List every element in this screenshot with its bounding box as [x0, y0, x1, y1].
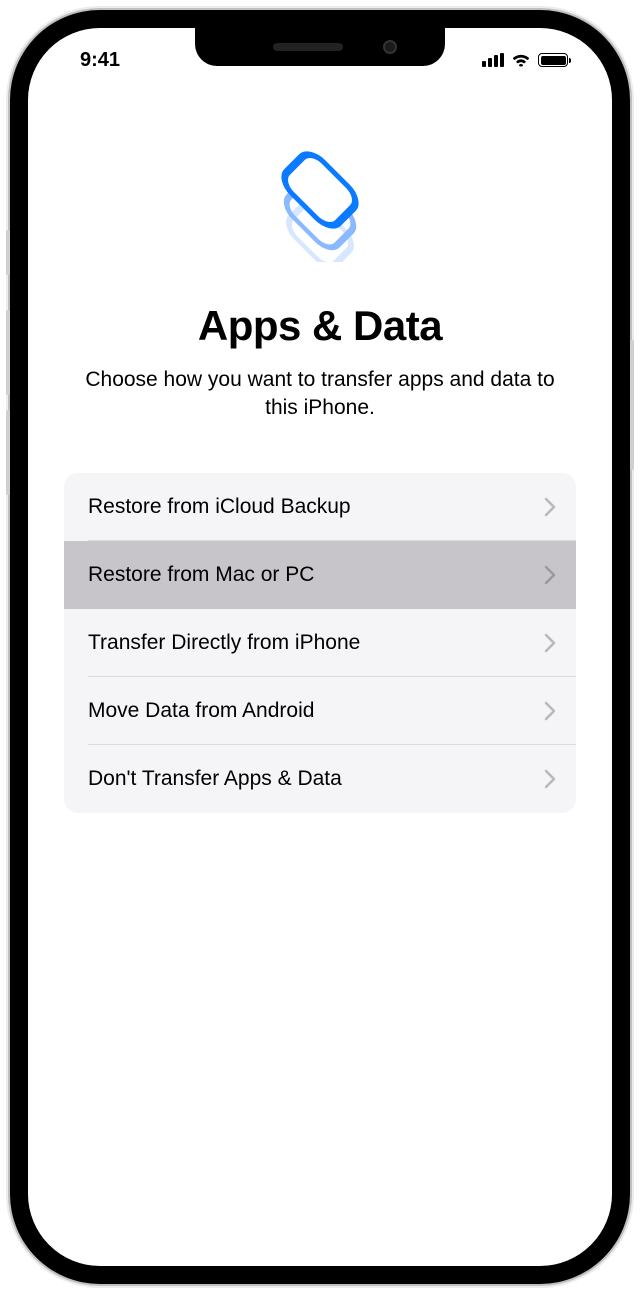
page-title: Apps & Data [64, 302, 576, 350]
volume-up-button [6, 310, 10, 395]
speaker-grille [273, 43, 343, 51]
mute-switch [6, 230, 10, 275]
chevron-right-icon [544, 565, 556, 585]
battery-icon [538, 53, 568, 67]
option-restore-mac-pc[interactable]: Restore from Mac or PC [64, 541, 576, 609]
notch [195, 28, 445, 66]
option-label: Move Data from Android [88, 699, 314, 723]
chevron-right-icon [544, 701, 556, 721]
main-content: Apps & Data Choose how you want to trans… [28, 82, 612, 813]
status-icons [482, 53, 568, 67]
iphone-device-frame: 9:41 [10, 10, 630, 1284]
volume-down-button [6, 410, 10, 495]
wifi-icon [511, 53, 531, 67]
chevron-right-icon [544, 497, 556, 517]
option-dont-transfer[interactable]: Don't Transfer Apps & Data [64, 745, 576, 813]
option-label: Don't Transfer Apps & Data [88, 767, 342, 791]
option-transfer-iphone[interactable]: Transfer Directly from iPhone [64, 609, 576, 677]
screen: 9:41 [28, 28, 612, 1266]
apps-data-stack-icon [260, 142, 380, 262]
option-label: Restore from Mac or PC [88, 563, 314, 587]
front-camera [383, 40, 397, 54]
page-subtitle: Choose how you want to transfer apps and… [64, 366, 576, 423]
status-time: 9:41 [80, 49, 120, 72]
option-move-android[interactable]: Move Data from Android [64, 677, 576, 745]
cellular-signal-icon [482, 53, 504, 67]
option-label: Transfer Directly from iPhone [88, 631, 360, 655]
power-button [630, 340, 634, 470]
chevron-right-icon [544, 633, 556, 653]
option-restore-icloud[interactable]: Restore from iCloud Backup [64, 473, 576, 541]
option-label: Restore from iCloud Backup [88, 495, 351, 519]
chevron-right-icon [544, 769, 556, 789]
transfer-options-list: Restore from iCloud Backup Restore from … [64, 473, 576, 813]
